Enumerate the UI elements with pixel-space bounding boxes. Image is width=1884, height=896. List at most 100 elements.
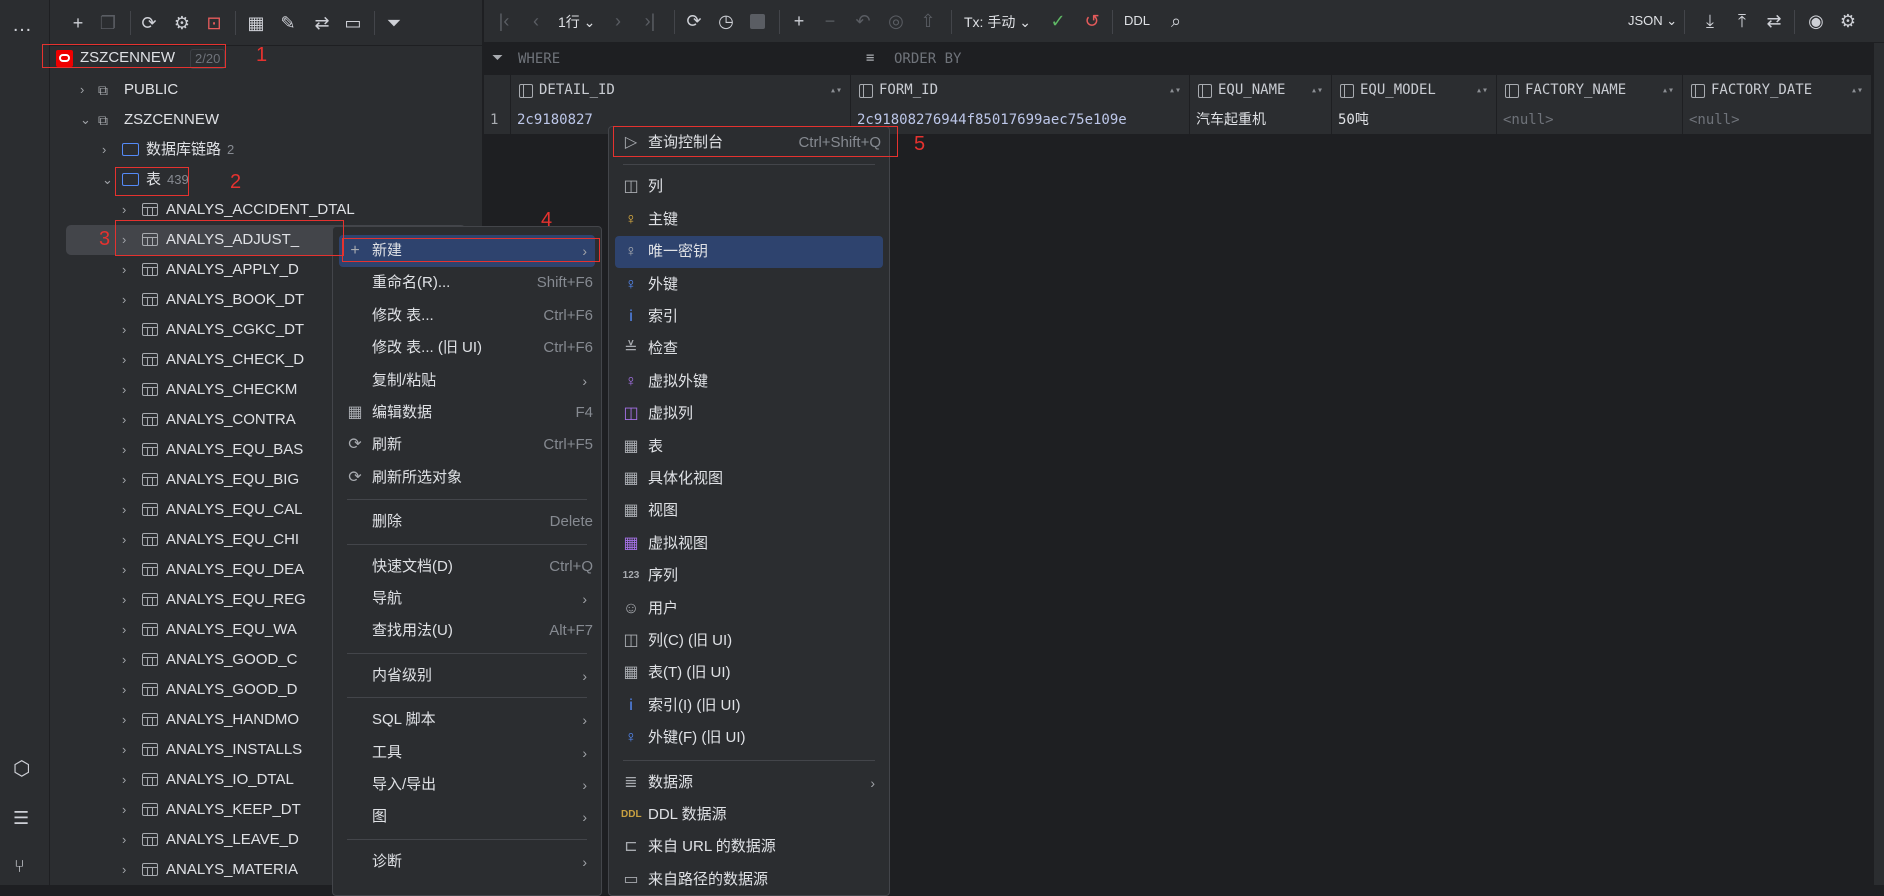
chevron-right-icon[interactable]: › <box>80 75 84 105</box>
chevron-right-icon[interactable]: › <box>122 855 126 885</box>
add-icon[interactable]: + <box>66 13 90 33</box>
column-header[interactable]: FACTORY_DATE ▴▾ <box>1683 75 1872 106</box>
menu-item[interactable]: ◫ 列 <box>615 171 883 203</box>
table-cell[interactable]: 50吨 <box>1332 106 1497 135</box>
chevron-right-icon[interactable]: › <box>122 765 126 795</box>
chevron-right-icon[interactable]: › <box>122 345 126 375</box>
more-icon[interactable]: … <box>12 14 32 37</box>
filter-icon[interactable]: ⏷ <box>382 13 406 33</box>
rows-dropdown[interactable]: 1行 ⌄ <box>558 12 595 32</box>
rollback-icon[interactable]: ↺ <box>1080 11 1104 31</box>
console-icon[interactable]: ▭ <box>341 13 365 33</box>
menu-item[interactable]: ▦ 视图 <box>615 495 883 527</box>
chevron-right-icon[interactable]: › <box>122 495 126 525</box>
menu-item[interactable]: ⊏ 来自 URL 的数据源 <box>615 831 883 863</box>
chevron-right-icon[interactable]: › <box>122 615 126 645</box>
where-input[interactable]: WHERE <box>518 51 560 67</box>
chevron-right-icon[interactable]: › <box>122 555 126 585</box>
preview-icon[interactable]: ◎ <box>884 11 908 31</box>
database-explorer-icon[interactable]: ☰ <box>13 808 29 829</box>
copy-icon[interactable]: ❐ <box>96 13 120 33</box>
chevron-down-icon[interactable]: ⌄ <box>102 165 113 195</box>
submit-icon[interactable]: ⇧ <box>916 11 940 31</box>
refresh-icon[interactable]: ⟳ <box>682 11 706 31</box>
first-page-icon[interactable]: |‹ <box>492 11 516 31</box>
menu-item[interactable]: i 索引(I) (旧 UI) <box>615 690 883 722</box>
menu-item[interactable]: ♀ 主键 <box>615 204 883 236</box>
menu-item[interactable]: SQL 脚本 › <box>339 704 595 736</box>
chevron-right-icon[interactable]: › <box>122 705 126 735</box>
order-by-input[interactable]: ORDER BY <box>894 51 961 67</box>
menu-item[interactable]: ▦ 编辑数据 F4 <box>339 397 595 429</box>
menu-item[interactable]: ▦ 表(T) (旧 UI) <box>615 657 883 689</box>
compare-icon[interactable]: ⇄ <box>310 13 334 33</box>
menu-item[interactable]: ≚ 检查 <box>615 333 883 365</box>
chevron-right-icon[interactable]: › <box>102 135 106 165</box>
menu-item[interactable]: 工具 › <box>339 737 595 769</box>
menu-item[interactable]: ◫ 列(C) (旧 UI) <box>615 625 883 657</box>
menu-item[interactable]: ⟳ 刷新 Ctrl+F5 <box>339 429 595 461</box>
column-header[interactable]: DETAIL_ID ▴▾ <box>511 75 851 106</box>
chevron-right-icon[interactable]: › <box>122 675 126 705</box>
next-page-icon[interactable]: › <box>606 11 630 31</box>
upload-icon[interactable]: ⤒ <box>1730 11 1754 31</box>
chevron-right-icon[interactable]: › <box>122 645 126 675</box>
menu-item[interactable]: ♀ 外键 <box>615 269 883 301</box>
download-icon[interactable]: ⤓ <box>1698 11 1722 31</box>
sort-icon[interactable]: ▴▾ <box>1662 75 1674 106</box>
menu-item[interactable]: 重命名(R)... Shift+F6 <box>339 267 595 299</box>
table-cell[interactable]: <null> <box>1683 106 1872 135</box>
menu-item[interactable]: ♀ 唯一密钥 <box>615 236 883 269</box>
search-icon[interactable]: ⌕ <box>1164 11 1188 31</box>
delete-row-icon[interactable]: − <box>818 11 842 31</box>
sort-icon[interactable]: ▴▾ <box>830 75 842 106</box>
git-icon[interactable]: ⑂ <box>14 856 25 877</box>
table-icon[interactable]: ▦ <box>244 13 268 33</box>
menu-item[interactable]: 复制/粘贴 › <box>339 365 595 397</box>
compare-icon[interactable]: ⇄ <box>1762 11 1786 31</box>
eye-icon[interactable]: ◉ <box>1804 11 1828 31</box>
chevron-right-icon[interactable]: › <box>122 405 126 435</box>
grid-scrollbar[interactable] <box>1874 43 1884 885</box>
menu-item[interactable]: ⟳ 刷新所选对象 <box>339 462 595 494</box>
add-row-icon[interactable]: + <box>787 11 811 31</box>
menu-item[interactable]: ♀ 虚拟外键 <box>615 366 883 398</box>
format-dropdown[interactable]: JSON ⌄ <box>1628 13 1677 29</box>
transaction-mode-dropdown[interactable]: Tx: 手动 ⌄ <box>964 12 1031 32</box>
menu-item[interactable]: 内省级别 › <box>339 660 595 692</box>
sort-icon[interactable]: ▴▾ <box>1851 75 1863 106</box>
chevron-right-icon[interactable]: › <box>122 525 126 555</box>
table-cell[interactable]: <null> <box>1497 106 1683 135</box>
menu-item[interactable]: ▦ 具体化视图 <box>615 463 883 495</box>
tree-item-schema[interactable]: ⌄ ⧉ ZSZCENNEW <box>50 105 470 135</box>
chevron-right-icon[interactable]: › <box>122 795 126 825</box>
chevron-right-icon[interactable]: › <box>122 255 126 285</box>
column-header[interactable]: EQU_MODEL ▴▾ <box>1332 75 1497 106</box>
column-header[interactable]: FACTORY_NAME ▴▾ <box>1497 75 1683 106</box>
menu-item[interactable]: 导航 › <box>339 583 595 615</box>
menu-item[interactable]: 图 › <box>339 801 595 833</box>
menu-item[interactable]: DDL DDL 数据源 <box>615 799 883 831</box>
menu-item[interactable]: ♀ 外键(F) (旧 UI) <box>615 722 883 754</box>
menu-item[interactable]: i 索引 <box>615 301 883 333</box>
gear-icon[interactable]: ⚙ <box>170 13 194 33</box>
table-cell[interactable]: 汽车起重机 <box>1190 106 1332 135</box>
disconnect-icon[interactable]: ⊡ <box>202 13 226 33</box>
undo-icon[interactable]: ↶ <box>851 11 875 31</box>
stop-icon[interactable] <box>750 14 765 29</box>
menu-item[interactable]: 查找用法(U) Alt+F7 <box>339 615 595 647</box>
tree-item-public[interactable]: › ⧉ PUBLIC <box>50 75 470 105</box>
last-page-icon[interactable]: ›| <box>638 11 662 31</box>
sort-icon[interactable]: ▴▾ <box>1476 75 1488 106</box>
commit-icon[interactable]: ✓ <box>1046 11 1070 31</box>
chevron-right-icon[interactable]: › <box>122 315 126 345</box>
menu-item[interactable]: 修改 表... Ctrl+F6 <box>339 300 595 332</box>
chevron-right-icon[interactable]: › <box>122 465 126 495</box>
menu-item[interactable]: 123 序列 <box>615 560 883 592</box>
tree-item-tables[interactable]: ⌄ 表 439 <box>50 165 470 195</box>
menu-item[interactable]: 删除 Delete <box>339 506 595 538</box>
chevron-down-icon[interactable]: ⌄ <box>80 105 91 135</box>
settings-icon[interactable]: ⚙ <box>1836 11 1860 31</box>
chevron-right-icon[interactable]: › <box>122 285 126 315</box>
menu-item[interactable]: 快速文档(D) Ctrl+Q <box>339 551 595 583</box>
